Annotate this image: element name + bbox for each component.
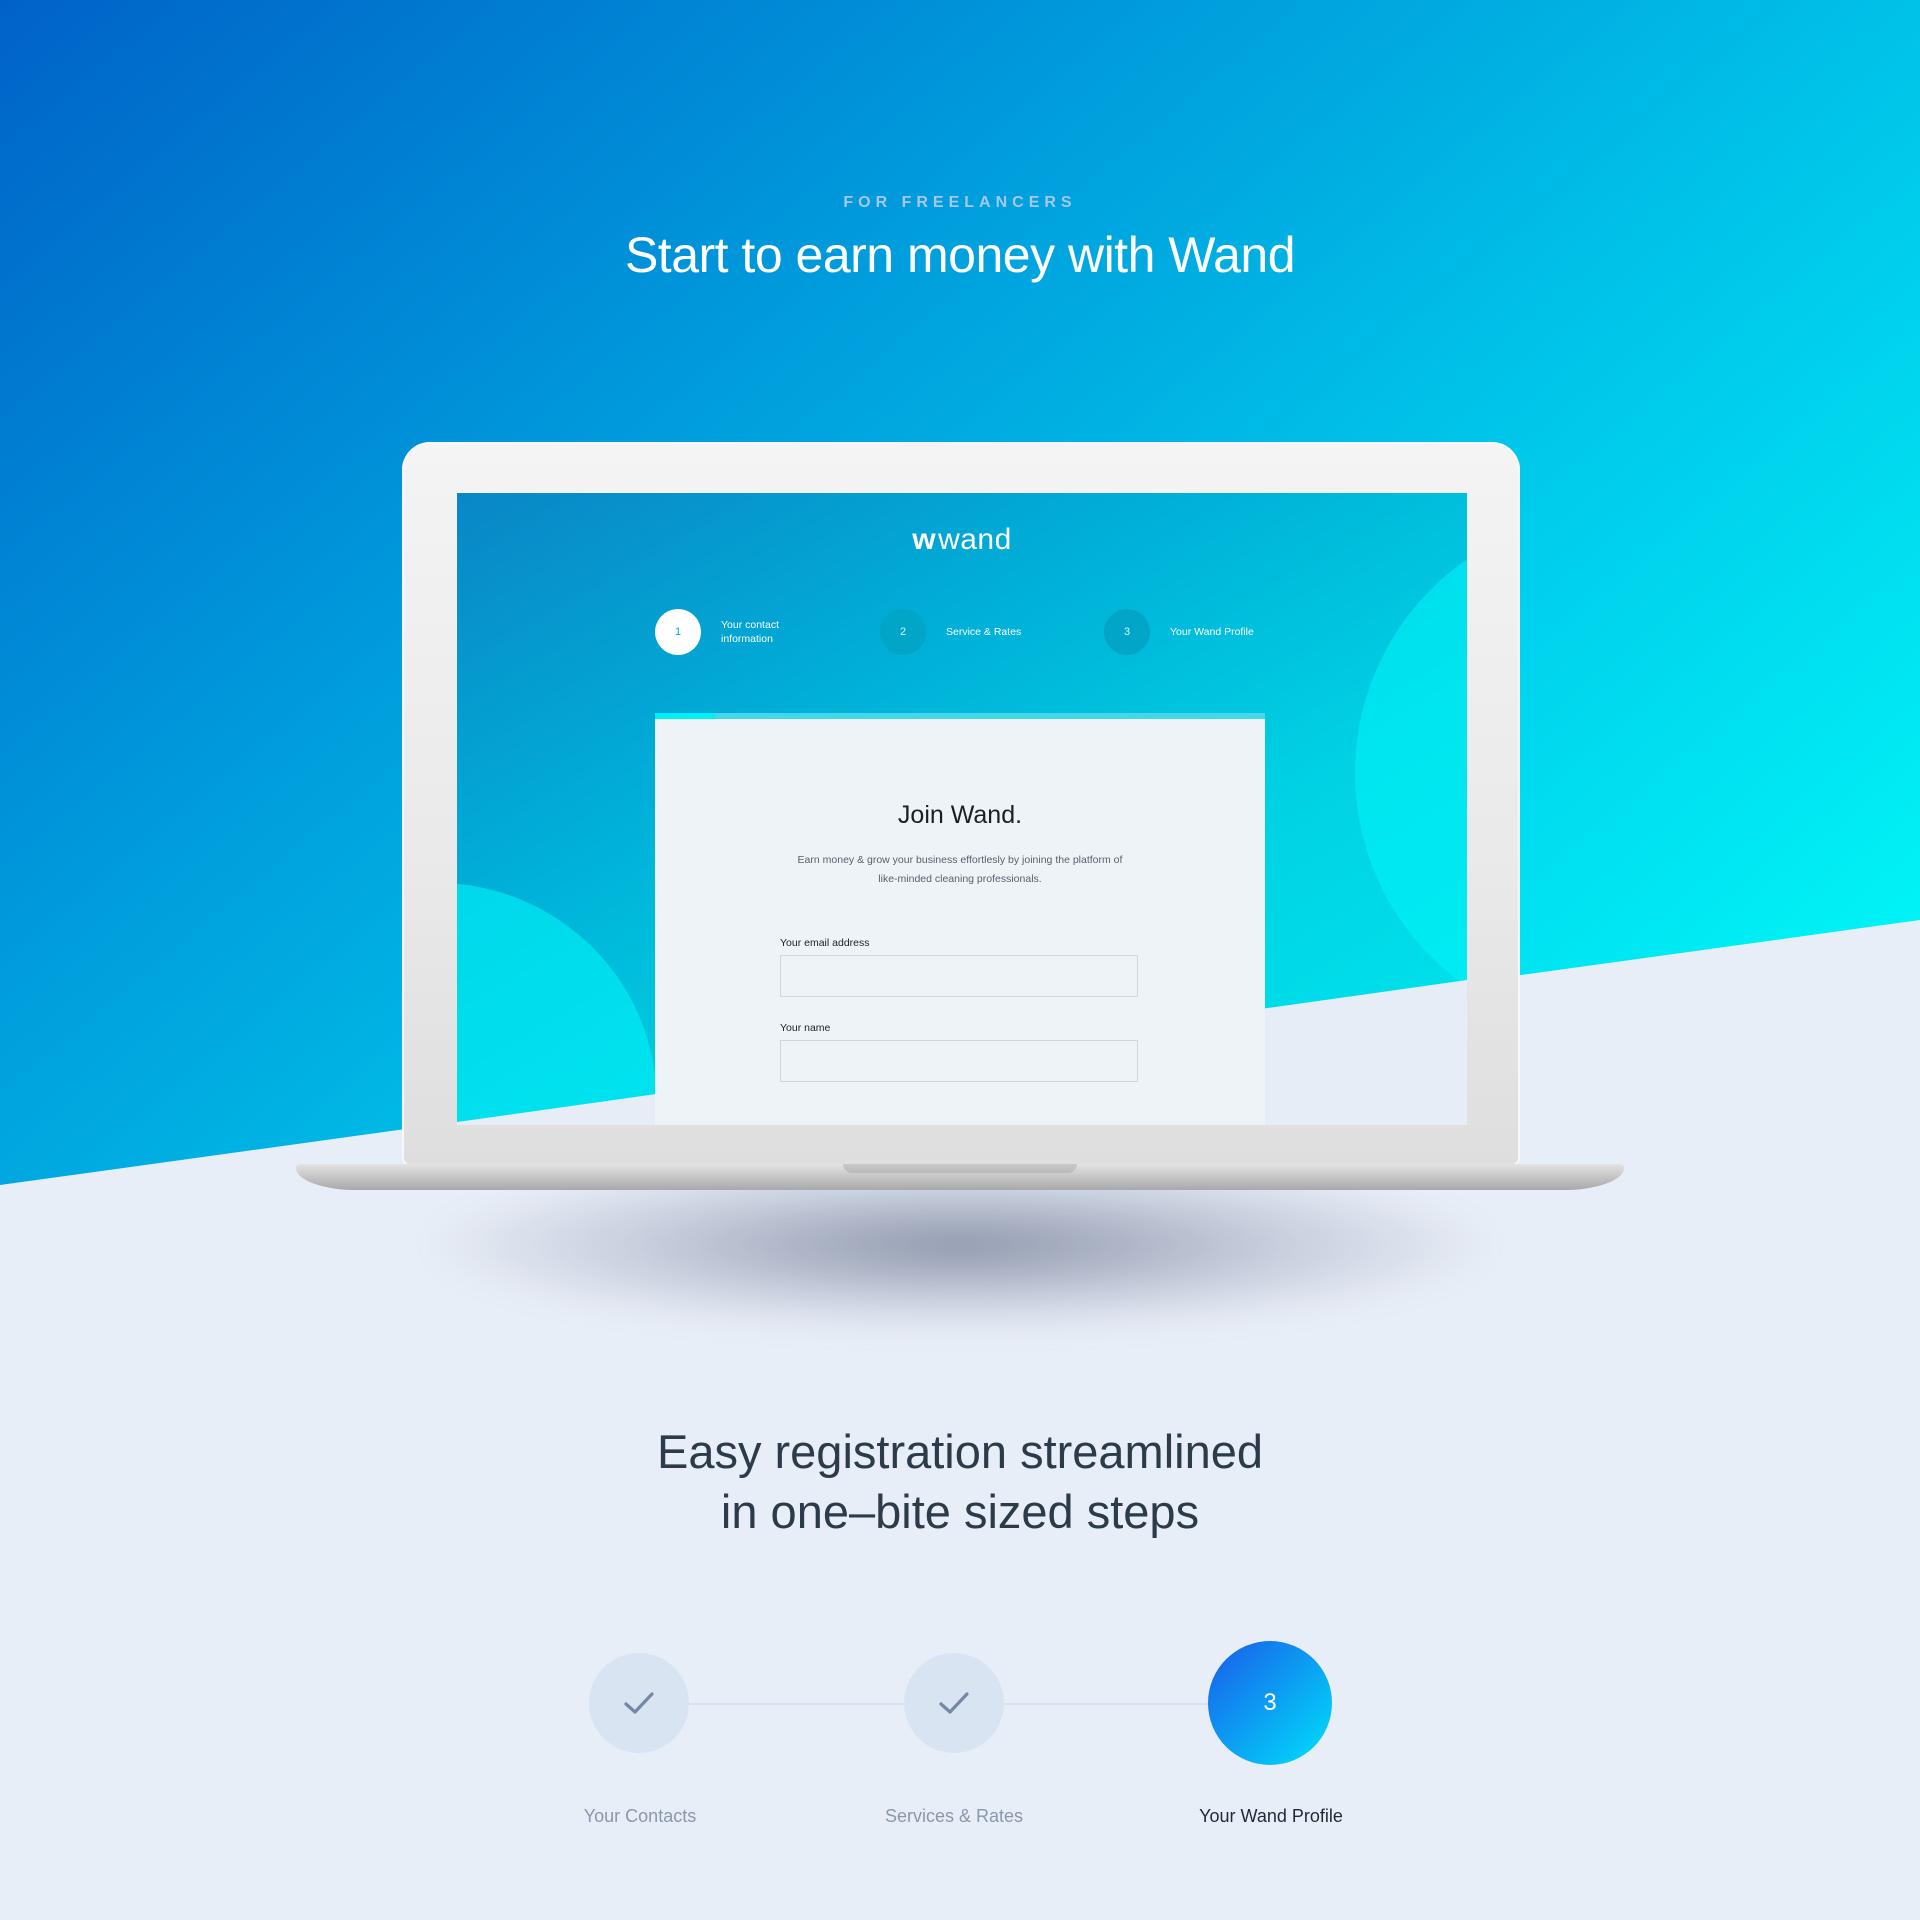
email-label: Your email address	[780, 937, 870, 949]
hero-title: Start to earn money with Wand	[624, 227, 1296, 283]
progress-track	[655, 713, 1265, 719]
decorative-circle	[1355, 513, 1467, 1033]
wand-logo-mark: w	[912, 523, 937, 556]
wand-logo[interactable]: wwand	[457, 523, 1467, 557]
step-label: Service & Rates	[946, 626, 1022, 638]
page: FOR FREELANCERS Start to earn money with…	[0, 0, 1920, 1920]
join-title: Join Wand.	[897, 801, 1023, 829]
step-contacts-circle[interactable]	[589, 1653, 689, 1753]
feature-title-line: Easy registration streamlined	[656, 1425, 1264, 1478]
step-profile-circle[interactable]: 3	[1208, 1641, 1332, 1765]
step-services-label: Services & Rates	[884, 1806, 1024, 1826]
screen-step-contact[interactable]: 1 Your contact information	[655, 609, 825, 657]
hero-eyebrow: FOR FREELANCERS	[843, 194, 1077, 211]
step-label-line: Your contact	[721, 619, 779, 631]
step-label-line: information	[721, 633, 773, 645]
step-label: Your contact information	[721, 609, 779, 655]
step-services-circle[interactable]	[904, 1653, 1004, 1753]
decorative-circle	[457, 883, 657, 1125]
step-number: 3	[1104, 609, 1150, 655]
laptop-notch	[843, 1164, 1077, 1173]
wand-logo-text: wand	[938, 523, 1012, 556]
screen-step-profile[interactable]: 3 Your Wand Profile	[1104, 609, 1284, 657]
laptop-screen: wwand 1 Your contact information 2 Servi…	[457, 493, 1467, 1125]
feature-title-line: in one–bite sized steps	[720, 1485, 1200, 1538]
check-icon	[624, 1692, 654, 1714]
name-field[interactable]	[780, 1040, 1138, 1082]
step-number: 1	[655, 609, 701, 655]
feature-title: Easy registration streamlined in one–bit…	[0, 1422, 1920, 1542]
name-label: Your name	[780, 1022, 831, 1034]
step-contacts-label: Your Contacts	[583, 1806, 697, 1826]
join-form-card: Join Wand. Earn money & grow your busine…	[655, 713, 1265, 1125]
step-label: Your Wand Profile	[1170, 626, 1254, 638]
description-line: Earn money & grow your business effortle…	[797, 854, 1123, 866]
join-description: Earn money & grow your business effortle…	[770, 851, 1150, 889]
screen-step-services[interactable]: 2 Service & Rates	[880, 609, 1050, 657]
email-field[interactable]	[780, 955, 1138, 997]
step-profile-label: Your Wand Profile	[1199, 1806, 1343, 1826]
step-number: 2	[880, 609, 926, 655]
description-line: like-minded cleaning professionals.	[878, 873, 1042, 885]
check-icon	[939, 1692, 969, 1714]
progress-fill	[655, 713, 715, 719]
